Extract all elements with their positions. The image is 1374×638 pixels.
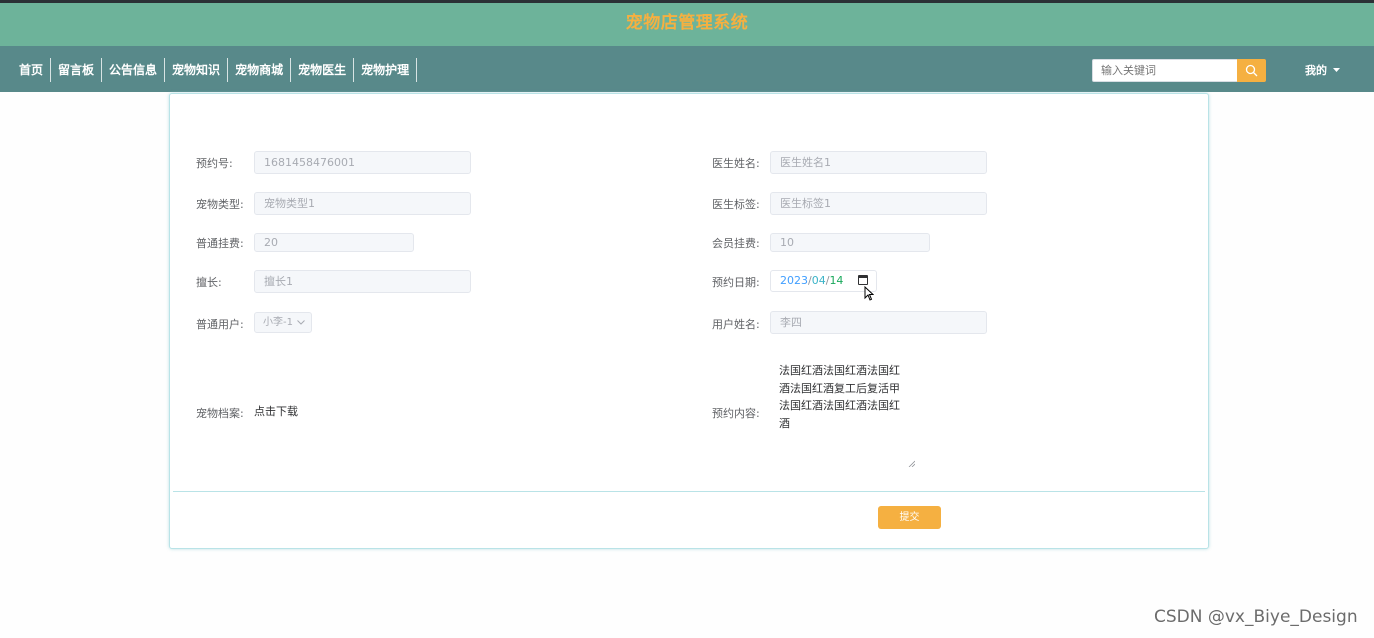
user-menu[interactable]: 我的 <box>1305 62 1340 78</box>
normal-user-select[interactable]: 小李-1 <box>254 312 312 333</box>
doctor-name-label: 医生姓名: <box>712 157 760 170</box>
site-header: 宠物店管理系统 <box>0 3 1374 46</box>
nav-item-pet-care[interactable]: 宠物护理 <box>354 58 418 82</box>
caret-down-icon <box>1333 67 1340 72</box>
booking-form-card: 预约号: 1681458476001 医生姓名: 医生姓名1 宠物类型: 宠物类… <box>169 93 1209 549</box>
normal-user-label: 普通用户: <box>196 318 244 331</box>
nav-item-pet-mall[interactable]: 宠物商城 <box>228 58 292 82</box>
pet-type-field[interactable]: 宠物类型1 <box>254 192 471 215</box>
user-menu-label: 我的 <box>1305 64 1327 77</box>
nav-item-announcements[interactable]: 公告信息 <box>102 58 166 82</box>
normal-fee-label: 普通挂费: <box>196 237 244 250</box>
booking-no-label: 预约号: <box>196 157 233 170</box>
doctor-tag-label: 医生标签: <box>712 198 760 211</box>
mouse-cursor-icon <box>864 286 874 301</box>
nav-item-home[interactable]: 首页 <box>12 58 52 82</box>
nav-item-message-board[interactable]: 留言板 <box>51 58 103 82</box>
booking-no-field[interactable]: 1681458476001 <box>254 151 471 174</box>
member-fee-label: 会员挂费: <box>712 237 760 250</box>
user-name-field[interactable]: 李四 <box>770 311 987 334</box>
nav-item-pet-doctor[interactable]: 宠物医生 <box>291 58 355 82</box>
normal-user-value: 小李-1 <box>263 317 293 328</box>
date-month: 04 <box>811 274 826 287</box>
doctor-tag-field[interactable]: 医生标签1 <box>770 192 987 215</box>
normal-fee-field[interactable]: 20 <box>254 233 414 252</box>
nav-item-pet-knowledge[interactable]: 宠物知识 <box>165 58 229 82</box>
user-name-label: 用户姓名: <box>712 318 760 331</box>
booking-content-label: 预约内容: <box>712 407 760 420</box>
calendar-icon[interactable] <box>858 275 868 285</box>
download-link[interactable]: 点击下载 <box>254 403 298 419</box>
pet-file-label: 宠物档案: <box>196 407 244 420</box>
date-day: 14 <box>829 274 844 287</box>
content-line: 酒法国红酒复工后复活甲 <box>779 381 900 395</box>
search-button[interactable] <box>1237 59 1266 82</box>
chevron-down-icon <box>297 320 305 325</box>
date-year: 2023 <box>780 274 808 287</box>
nav-menu: 首页 留言板 公告信息 宠物知识 宠物商城 宠物医生 宠物护理 <box>12 58 418 82</box>
booking-content-textarea[interactable]: 法国红酒法国红酒法国红 酒法国红酒复工后复活甲 法国红酒法国红酒法国红 酒 <box>771 360 916 468</box>
main-navbar: 首页 留言板 公告信息 宠物知识 宠物商城 宠物医生 宠物护理 我的 <box>0 46 1374 92</box>
submit-button[interactable]: 提交 <box>878 506 941 529</box>
doctor-name-field[interactable]: 医生姓名1 <box>770 151 987 174</box>
specialty-label: 擅长: <box>196 276 222 289</box>
site-title: 宠物店管理系统 <box>625 13 749 33</box>
search-input[interactable] <box>1092 59 1238 82</box>
watermark: CSDN @vx_Biye_Design <box>1154 607 1358 627</box>
booking-date-input[interactable]: 2023/04/14 <box>770 270 877 292</box>
booking-date-label: 预约日期: <box>712 276 760 289</box>
form-divider <box>173 491 1205 492</box>
member-fee-field[interactable]: 10 <box>770 233 930 252</box>
content-line: 酒 <box>779 416 790 430</box>
content-line: 法国红酒法国红酒法国红 <box>779 364 900 377</box>
resize-handle-icon[interactable] <box>908 460 915 467</box>
search-icon <box>1245 64 1258 77</box>
content-line: 法国红酒法国红酒法国红 <box>779 399 900 412</box>
specialty-field[interactable]: 擅长1 <box>254 270 471 293</box>
pet-type-label: 宠物类型: <box>196 198 244 211</box>
